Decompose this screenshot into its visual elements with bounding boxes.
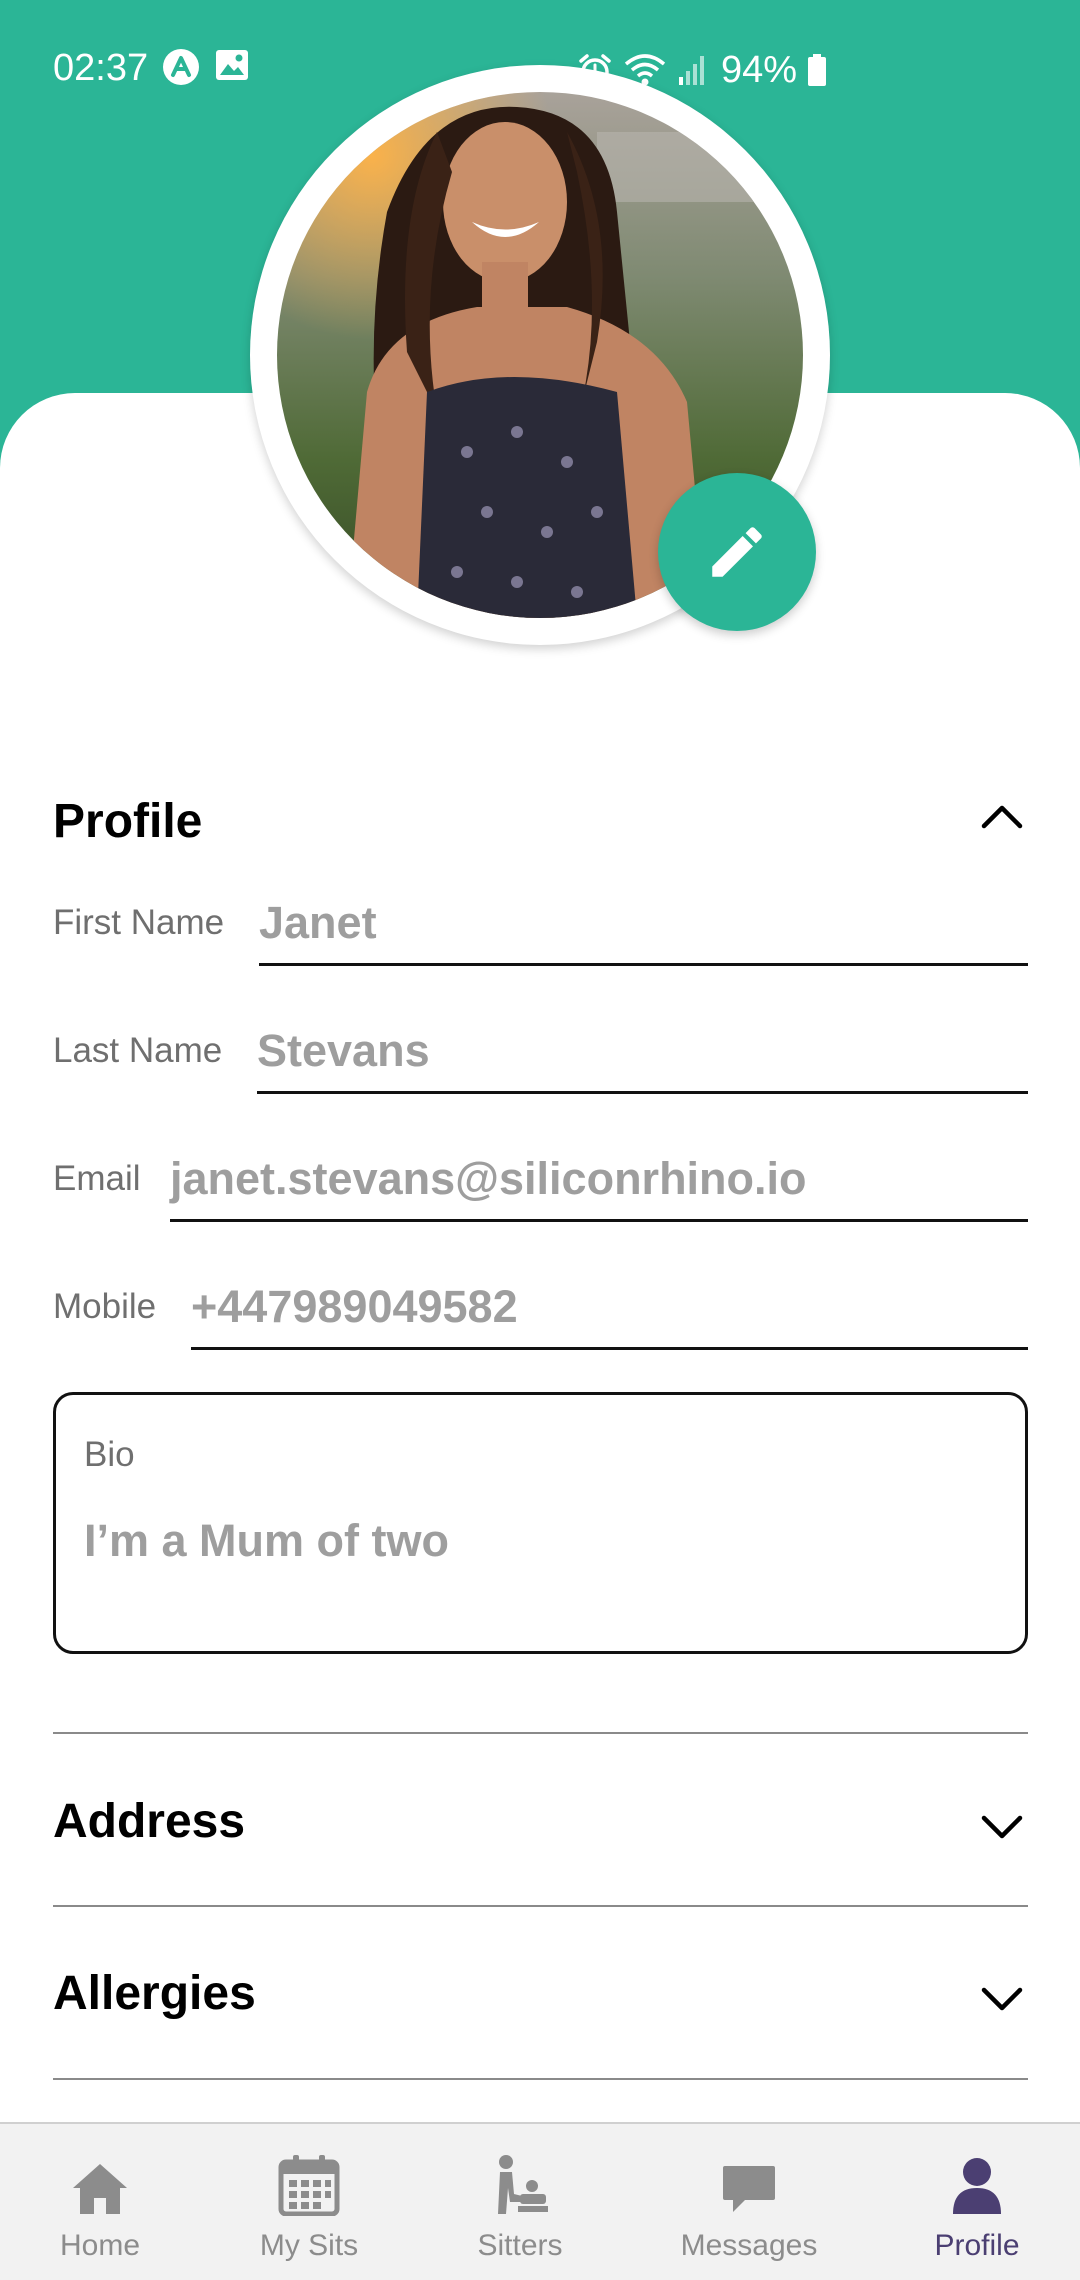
email-value[interactable]: janet.stevans@siliconrhino.io [170,1151,807,1207]
first-name-label: First Name [53,903,225,942]
email-underline [170,1219,1028,1222]
last-name-value[interactable]: Stevans [257,1023,430,1079]
mobile-underline [191,1347,1028,1350]
allergies-section-title[interactable]: Allergies [53,1964,256,2024]
nav-label-messages: Messages [680,2229,818,2262]
mobile-value[interactable]: +447989049582 [191,1279,518,1335]
bio-value[interactable]: I’m a Mum of two [84,1515,449,1567]
last-name-field[interactable]: Last Name Stevans [53,1015,1028,1094]
first-name-field[interactable]: First Name Janet [53,887,1028,966]
mobile-label: Mobile [53,1287,157,1326]
nav-item-sitters[interactable]: Sitters [460,2124,580,2280]
nav-label-sitters: Sitters [477,2229,563,2262]
bio-label: Bio [84,1435,135,1474]
person-icon [953,2158,1001,2214]
expand-allergies-chevron-down-icon[interactable] [980,1984,1024,2014]
divider [53,2078,1028,2080]
expand-address-chevron-down-icon[interactable] [980,1812,1024,1842]
nav-label-my-sits: My Sits [259,2229,359,2262]
nav-item-home[interactable]: Home [40,2124,160,2280]
pencil-icon [712,527,762,577]
divider [53,1732,1028,1734]
first-name-underline [259,963,1028,966]
nav-item-messages[interactable]: Messages [676,2124,822,2280]
home-icon [73,2164,127,2214]
bio-field[interactable]: Bio I’m a Mum of two [53,1392,1028,1654]
app-notification-icon [163,49,199,85]
last-name-label: Last Name [53,1031,223,1070]
bottom-navigation: Home My Sits Sitters Messages Profile [0,2122,1080,2280]
status-time: 02:37 [53,47,149,89]
collapse-profile-chevron-up-icon[interactable] [980,800,1024,830]
address-section-title[interactable]: Address [53,1792,245,1852]
email-field[interactable]: Email janet.stevans@siliconrhino.io [53,1143,1028,1222]
battery-icon [808,54,827,86]
battery-percentage: 94% [721,49,798,91]
signal-icon [679,56,704,85]
nav-item-profile[interactable]: Profile [917,2124,1037,2280]
email-label: Email [53,1159,141,1198]
message-bubble-icon [723,2166,775,2212]
first-name-value[interactable]: Janet [259,895,377,951]
nav-item-my-sits[interactable]: My Sits [249,2124,369,2280]
last-name-underline [257,1091,1028,1094]
nav-label-home: Home [59,2229,141,2262]
edit-avatar-button[interactable] [658,473,816,631]
calendar-icon [278,2155,340,2216]
status-notification-icons [162,48,250,86]
nav-label-profile: Profile [934,2229,1020,2262]
divider [53,1905,1028,1907]
profile-section-title: Profile [53,795,203,848]
sitter-icon [498,2155,548,2214]
mobile-field[interactable]: Mobile +447989049582 [53,1271,1028,1350]
image-notification-icon [216,50,248,80]
